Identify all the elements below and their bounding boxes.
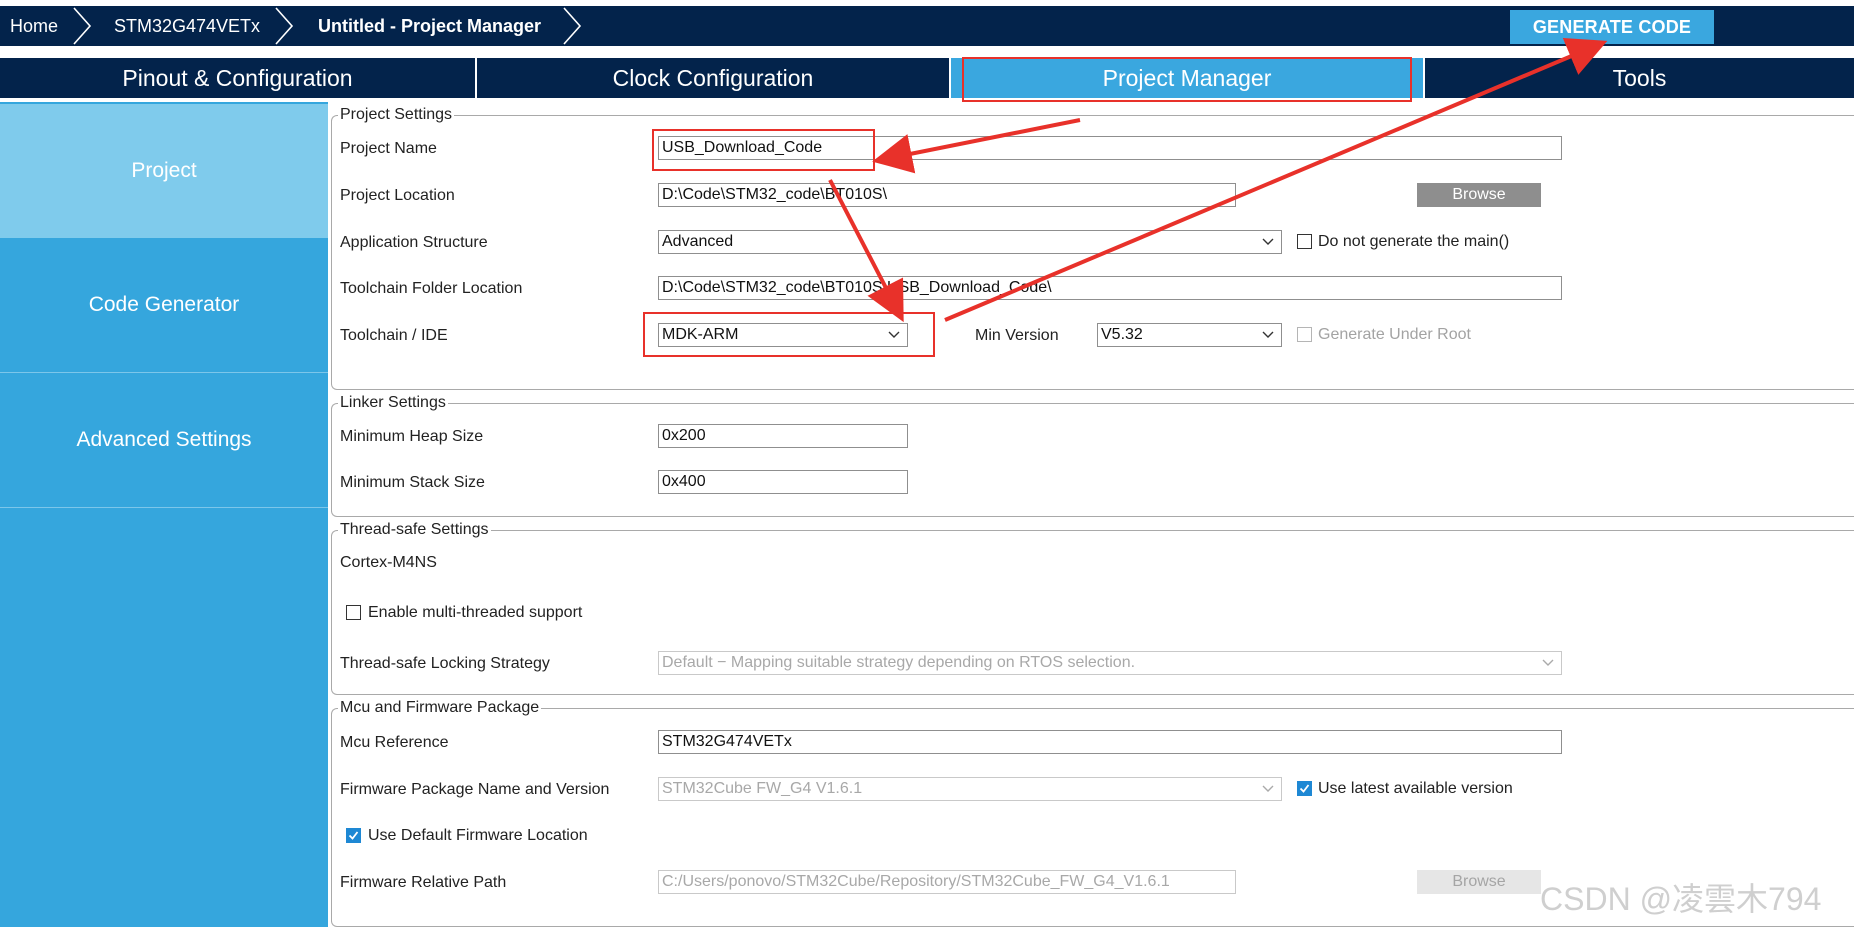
breadcrumb-home[interactable]: Home — [10, 6, 58, 46]
mcu-firmware-legend: Mcu and Firmware Package — [338, 699, 542, 717]
project-location-browse-button[interactable]: Browse — [1417, 183, 1541, 207]
min-version-value: V5.32 — [1101, 326, 1143, 343]
breadcrumb-chevron-icon — [275, 7, 294, 45]
chevron-down-icon — [1262, 331, 1274, 338]
min-version-label: Min Version — [975, 327, 1059, 344]
top-bar: Home STM32G474VETx Untitled - Project Ma… — [0, 0, 1854, 50]
fw-path-label: Firmware Relative Path — [340, 874, 507, 891]
fw-package-label: Firmware Package Name and Version — [340, 781, 610, 798]
sidebar-item-project[interactable]: Project — [0, 104, 328, 238]
fw-package-value: STM32Cube FW_G4 V1.6.1 — [662, 780, 863, 797]
fw-package-select[interactable]: STM32Cube FW_G4 V1.6.1 — [658, 777, 1282, 801]
tab-clock[interactable]: Clock Configuration — [477, 58, 949, 98]
use-default-location-checkbox[interactable] — [346, 828, 361, 843]
app-structure-select[interactable]: Advanced — [658, 230, 1282, 254]
breadcrumb-project[interactable]: Untitled - Project Manager — [318, 6, 541, 46]
annotation-box-toolchain — [643, 312, 935, 357]
no-main-checkbox[interactable] — [1297, 234, 1312, 249]
sidebar-item-advanced-settings[interactable]: Advanced Settings — [0, 373, 328, 507]
thread-safe-legend: Thread-safe Settings — [338, 521, 491, 539]
sidebar-divider — [0, 507, 328, 508]
locking-strategy-value: Default − Mapping suitable strategy depe… — [662, 654, 1136, 671]
toolchain-folder-label: Toolchain Folder Location — [340, 280, 523, 297]
chevron-down-icon — [1262, 785, 1274, 792]
heap-size-input[interactable]: 0x200 — [658, 424, 908, 448]
stack-size-label: Minimum Stack Size — [340, 474, 485, 491]
multi-thread-label: Enable multi-threaded support — [368, 604, 583, 621]
breadcrumb-chevron-icon — [563, 7, 582, 45]
stack-size-input[interactable]: 0x400 — [658, 470, 908, 494]
app-structure-label: Application Structure — [340, 234, 488, 251]
main-tabs: Pinout & Configuration Clock Configurati… — [0, 58, 1854, 98]
sidebar-item-code-generator[interactable]: Code Generator — [0, 238, 328, 372]
no-main-label: Do not generate the main() — [1318, 233, 1510, 250]
multi-thread-checkbox[interactable] — [346, 605, 361, 620]
breadcrumb-mcu[interactable]: STM32G474VETx — [114, 6, 260, 46]
chevron-down-icon — [1262, 238, 1274, 245]
sidebar: Project Code Generator Advanced Settings — [0, 102, 328, 927]
generate-under-root-label: Generate Under Root — [1318, 326, 1471, 343]
use-default-location-label: Use Default Firmware Location — [368, 827, 588, 844]
toolchain-ide-label: Toolchain / IDE — [340, 327, 448, 344]
generate-under-root-checkbox[interactable] — [1297, 327, 1312, 342]
use-latest-checkbox[interactable] — [1297, 781, 1312, 796]
locking-strategy-select[interactable]: Default − Mapping suitable strategy depe… — [658, 651, 1562, 675]
check-icon — [348, 831, 359, 840]
linker-settings-group: Linker Settings — [331, 394, 1854, 517]
annotation-box-tab — [962, 57, 1412, 102]
heap-size-label: Minimum Heap Size — [340, 428, 484, 445]
fw-path-browse-button[interactable]: Browse — [1417, 870, 1541, 894]
annotation-box-project-name — [652, 129, 875, 171]
content-panel: Project Settings Project Name USB_Downlo… — [328, 102, 1854, 927]
check-icon — [1299, 784, 1310, 793]
tab-pinout[interactable]: Pinout & Configuration — [0, 58, 475, 98]
min-version-select[interactable]: V5.32 — [1097, 323, 1282, 347]
project-name-label: Project Name — [340, 140, 437, 157]
project-location-label: Project Location — [340, 187, 455, 204]
project-location-input[interactable]: D:\Code\STM32_code\BT010S\ — [658, 183, 1236, 207]
watermark: CSDN @凌雲木794 — [1540, 881, 1822, 917]
generate-code-button[interactable]: GENERATE CODE — [1510, 10, 1714, 44]
fw-path-input[interactable]: C:/Users/ponovo/STM32Cube/Repository/STM… — [658, 870, 1236, 894]
breadcrumb-chevron-icon — [73, 7, 92, 45]
tab-tools[interactable]: Tools — [1425, 58, 1854, 98]
linker-settings-legend: Linker Settings — [338, 394, 448, 412]
app-structure-value: Advanced — [662, 233, 734, 250]
locking-strategy-label: Thread-safe Locking Strategy — [340, 655, 550, 672]
use-latest-label: Use latest available version — [1318, 780, 1513, 797]
core-label: Cortex-M4NS — [340, 554, 437, 571]
chevron-down-icon — [1542, 659, 1554, 666]
toolchain-folder-input[interactable]: D:\Code\STM32_code\BT010S\USB_Download_C… — [658, 276, 1562, 300]
mcu-reference-input[interactable]: STM32G474VETx — [658, 730, 1562, 754]
mcu-reference-label: Mcu Reference — [340, 734, 449, 751]
project-settings-legend: Project Settings — [338, 106, 455, 124]
